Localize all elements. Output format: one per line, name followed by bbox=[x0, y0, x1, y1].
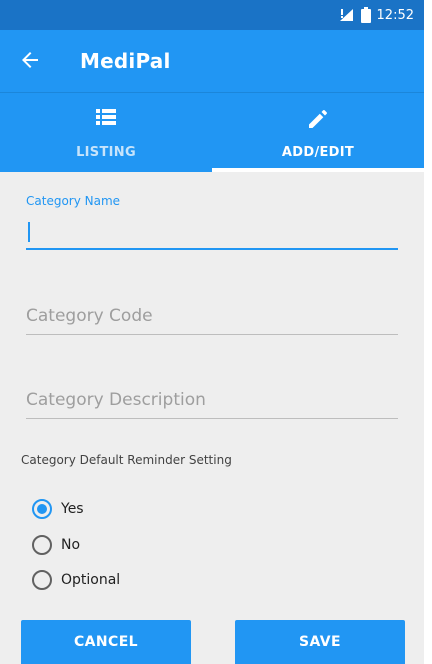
tab-add-edit[interactable]: ADD/EDIT bbox=[212, 93, 424, 172]
category-name-input[interactable] bbox=[26, 216, 398, 248]
back-button[interactable] bbox=[14, 46, 46, 78]
category-code-underline bbox=[26, 334, 398, 335]
battery-icon bbox=[360, 7, 371, 23]
cellular-signal-icon bbox=[339, 8, 355, 22]
radio-option-optional[interactable]: Optional bbox=[32, 567, 120, 593]
tab-active-indicator bbox=[212, 168, 424, 172]
status-icons: 12:52 bbox=[339, 7, 414, 23]
radio-label-no: No bbox=[61, 537, 81, 553]
save-button[interactable]: SAVE bbox=[235, 620, 405, 664]
status-time: 12:52 bbox=[376, 7, 414, 23]
category-code-input[interactable] bbox=[26, 300, 398, 332]
cancel-button[interactable]: CANCEL bbox=[21, 620, 191, 664]
tab-add-edit-label: ADD/EDIT bbox=[281, 145, 355, 160]
pencil-icon bbox=[212, 108, 424, 130]
category-name-field: Category Name bbox=[26, 194, 398, 254]
category-code-field bbox=[26, 298, 398, 338]
app-bar: MediPal bbox=[0, 30, 424, 92]
list-icon bbox=[0, 108, 212, 126]
tab-listing[interactable]: LISTING bbox=[0, 93, 212, 172]
tab-listing-label: LISTING bbox=[76, 145, 136, 160]
radio-label-yes: Yes bbox=[61, 501, 84, 517]
radio-option-no[interactable]: No bbox=[32, 532, 80, 558]
status-bar: 12:52 bbox=[0, 0, 424, 30]
category-description-field bbox=[26, 382, 398, 422]
arrow-back-icon bbox=[20, 50, 40, 74]
radio-label-optional: Optional bbox=[61, 572, 121, 588]
radio-option-yes[interactable]: Yes bbox=[32, 496, 84, 522]
radio-button-checked[interactable] bbox=[32, 499, 52, 519]
category-name-label: Category Name bbox=[26, 194, 121, 208]
screen-edge bbox=[424, 0, 432, 664]
category-description-underline bbox=[26, 418, 398, 419]
radio-button[interactable] bbox=[32, 535, 52, 555]
reminder-setting-label: Category Default Reminder Setting bbox=[21, 453, 232, 467]
tab-bar: LISTING ADD/EDIT bbox=[0, 92, 424, 172]
category-name-underline bbox=[26, 248, 398, 250]
category-description-input[interactable] bbox=[26, 384, 398, 416]
app-screen: 12:52 MediPal LISTING ADD/EDIT Category … bbox=[0, 0, 424, 664]
radio-button[interactable] bbox=[32, 570, 52, 590]
app-title: MediPal bbox=[80, 49, 171, 73]
